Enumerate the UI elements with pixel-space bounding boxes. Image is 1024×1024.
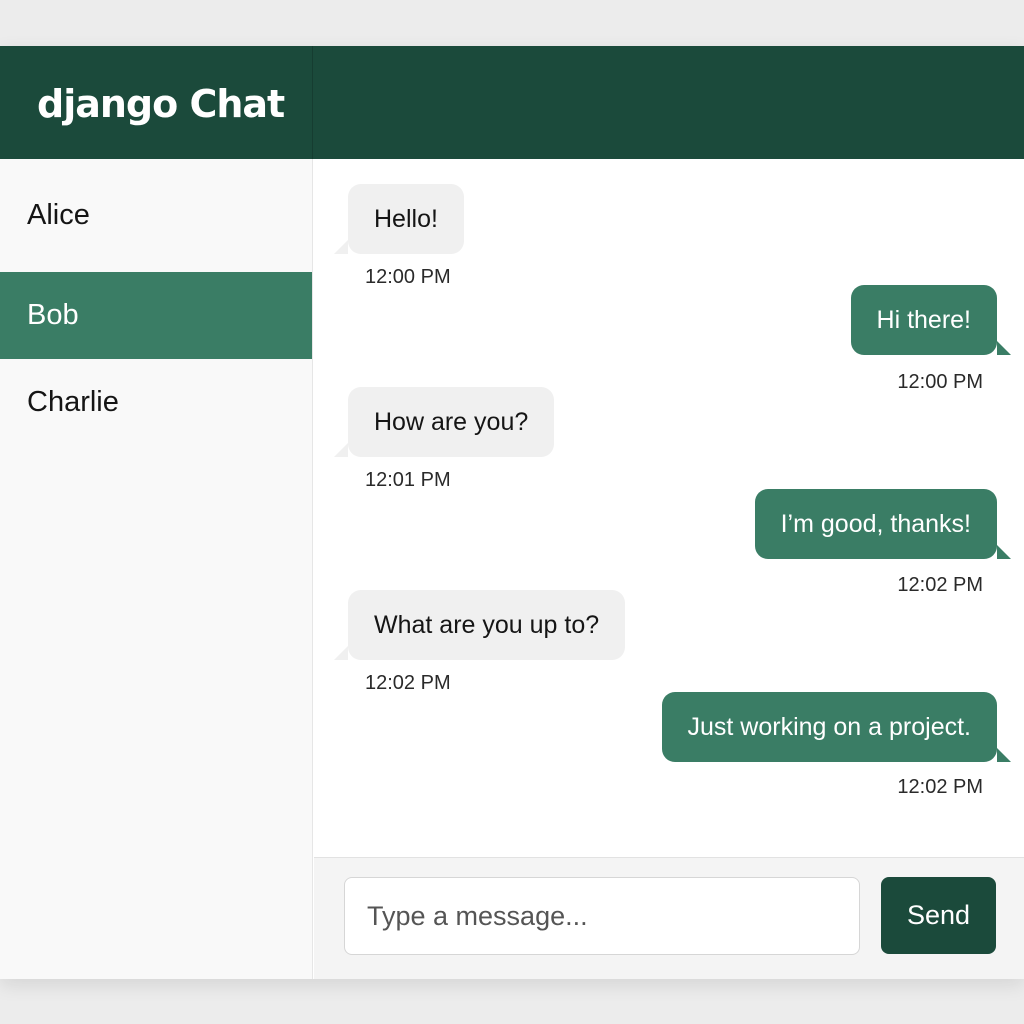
- message-timestamp: 12:02 PM: [365, 672, 451, 694]
- app-logo: django Chat: [37, 81, 285, 126]
- contacts-sidebar: Alice Bob Charlie: [0, 159, 313, 979]
- brand-area: django Chat: [0, 46, 313, 159]
- contact-name: Bob: [27, 299, 79, 331]
- outgoing-message: Hi there!: [850, 285, 1012, 355]
- message-timestamp: 12:01 PM: [365, 469, 451, 491]
- sidebar-item-charlie[interactable]: Charlie: [0, 359, 312, 446]
- message-list: Hello! 12:00 PM Hi there! 12:00 PM How a…: [314, 159, 1024, 859]
- message-timestamp: 12:02 PM: [897, 574, 983, 596]
- header-bar: django Chat: [0, 46, 1024, 159]
- incoming-message: Hello!: [334, 184, 464, 254]
- sidebar-item-bob[interactable]: Bob: [0, 272, 312, 359]
- chat-app-window: django Chat Alice Bob Charlie Hello! 12:…: [0, 46, 1024, 979]
- sidebar-item-alice[interactable]: Alice: [0, 159, 312, 272]
- contact-name: Alice: [27, 199, 90, 231]
- message-timestamp: 12:00 PM: [365, 266, 451, 288]
- message-timestamp: 12:02 PM: [897, 776, 983, 798]
- outgoing-message: I’m good, thanks!: [754, 489, 1012, 559]
- send-button[interactable]: Send: [881, 877, 996, 954]
- message-input[interactable]: [344, 877, 860, 955]
- outgoing-message: Just working on a project.: [661, 692, 1012, 762]
- incoming-message: How are you?: [333, 387, 555, 457]
- incoming-message: What are you up to?: [333, 590, 626, 660]
- message-composer: Send: [314, 857, 1024, 979]
- contact-name: Charlie: [27, 386, 119, 418]
- message-timestamp: 12:00 PM: [897, 371, 983, 393]
